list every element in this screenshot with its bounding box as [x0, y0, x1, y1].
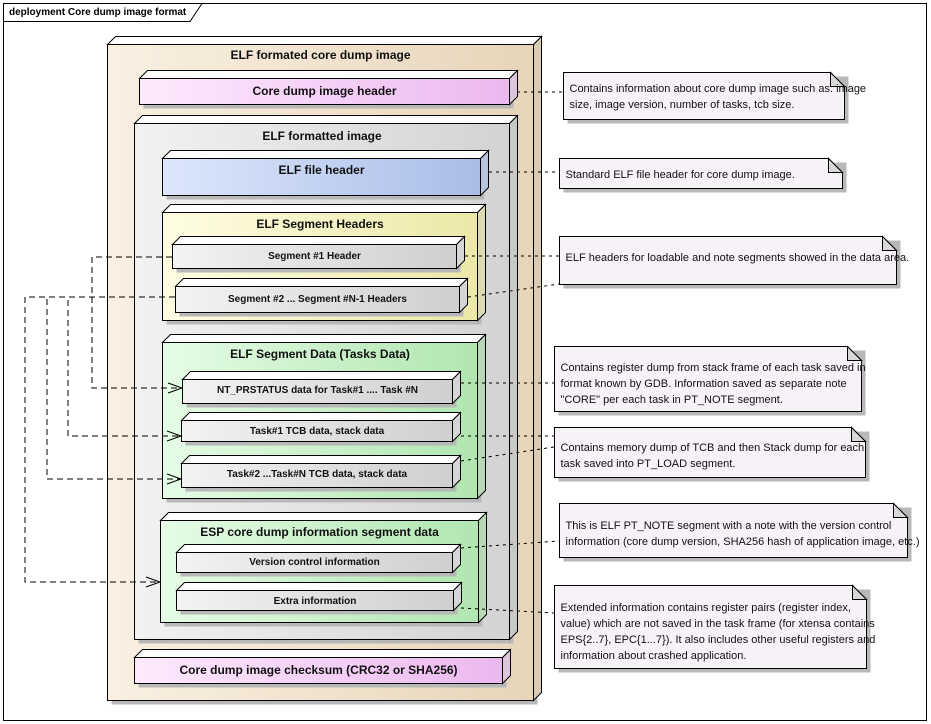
node-version-control[interactable]: Version control information: [175, 543, 462, 577]
node-core-dump-header-label: Core dump image header: [252, 84, 396, 98]
note-text-line: size, image version, number of tasks, tc…: [570, 99, 795, 111]
note-text-line: Standard ELF file header for core dump i…: [566, 169, 795, 181]
node-top-face: [175, 582, 463, 591]
note-extra: Extended information contains register p…: [554, 584, 876, 673]
node-top-face: [181, 371, 462, 380]
node-nt-prstatus[interactable]: NT_PRSTATUS data for Task#1 .... Task #N: [181, 370, 462, 408]
frame-label: deployment Core dump image format: [9, 7, 187, 18]
node-top-face: [161, 204, 487, 213]
note-text-line: information (core dump version, SHA256 h…: [566, 536, 920, 548]
node-task2-tcb-label: Task#2 ...Task#N TCB data, stack data: [227, 469, 408, 480]
node-top-face: [180, 412, 462, 421]
node-segment2-headers[interactable]: Segment #2 ... Segment #N-1 Headers: [174, 277, 469, 317]
node-side-face: [480, 149, 489, 197]
node-elf-formatted-image-label: ELF formatted image: [262, 129, 382, 143]
node-top-face: [174, 278, 469, 287]
note-body: [563, 72, 845, 120]
note-text-line: format known by GDB. Information saved a…: [561, 378, 847, 390]
node-side-face: [477, 203, 486, 322]
note-tcb: Contains memory dump of TCB and then Sta…: [554, 426, 870, 482]
node-top-face: [180, 455, 462, 464]
node-top-face: [133, 649, 512, 658]
node-nt-prstatus-label: NT_PRSTATUS data for Task#1 .... Task #N: [217, 385, 418, 396]
node-extra-info-label: Extra information: [274, 596, 357, 607]
note-nt-prstatus: Contains register dump from stack frame …: [554, 345, 866, 416]
node-side-face: [533, 35, 542, 702]
note-text-line: This is ELF PT_NOTE segment with a note …: [566, 520, 892, 532]
note-text-line: Extended information contains register p…: [561, 602, 851, 614]
node-checksum-label: Core dump image checksum (CRC32 or SHA25…: [179, 663, 457, 677]
note-header: Contains information about core dump ima…: [563, 71, 867, 124]
node-task2-tcb[interactable]: Task#2 ...Task#N TCB data, stack data: [180, 454, 462, 492]
note-elf-header: Standard ELF file header for core dump i…: [559, 157, 847, 193]
note-text-line: Contains register dump from stack frame …: [561, 362, 866, 374]
node-segment1-header-label: Segment #1 Header: [268, 251, 361, 262]
node-core-dump-header[interactable]: Core dump image header: [138, 69, 519, 109]
node-elf-file-header[interactable]: ELF file header: [161, 149, 490, 200]
node-esp-info-segment-label: ESP core dump information segment data: [200, 525, 439, 539]
node-top-face: [133, 115, 519, 124]
note-text-line: information about crashed application.: [561, 650, 747, 662]
node-side-face: [478, 511, 487, 624]
node-top-face: [171, 236, 466, 245]
node-side-face: [477, 333, 486, 500]
node-task1-tcb-label: Task#1 TCB data, stack data: [250, 426, 385, 437]
node-elf-segment-data-label: ELF Segment Data (Tasks Data): [230, 347, 410, 361]
node-side-face: [509, 114, 518, 641]
node-top-face: [159, 512, 488, 521]
node-checksum[interactable]: Core dump image checksum (CRC32 or SHA25…: [133, 648, 512, 688]
node-version-control-label: Version control information: [249, 557, 380, 568]
note-segment-headers: ELF headers for loadable and note segmen…: [559, 235, 910, 289]
node-elf-segment-headers-label: ELF Segment Headers: [256, 217, 384, 231]
node-elf-file-header-label: ELF file header: [278, 163, 364, 177]
node-top-face: [106, 36, 543, 45]
node-segment2-headers-label: Segment #2 ... Segment #N-1 Headers: [228, 294, 407, 305]
note-version: This is ELF PT_NOTE segment with a note …: [559, 502, 920, 562]
node-elf-core-dump-image-label: ELF formated core dump image: [230, 48, 410, 62]
node-top-face: [161, 334, 487, 343]
note-text-line: "CORE" per each task in PT_NOTE segment.: [561, 394, 783, 406]
note-text-line: Contains information about core dump ima…: [570, 83, 867, 95]
note-text-line: ELF headers for loadable and note segmen…: [566, 252, 910, 264]
note-text-line: task saved into PT_LOAD segment.: [561, 458, 736, 470]
node-segment1-header[interactable]: Segment #1 Header: [171, 235, 466, 273]
node-task1-tcb[interactable]: Task#1 TCB data, stack data: [180, 411, 462, 446]
node-extra-info[interactable]: Extra information: [175, 581, 463, 615]
node-top-face: [161, 150, 490, 159]
note-text-line: value) which are not saved in the task f…: [561, 618, 876, 630]
note-text-line: Contains memory dump of TCB and then Sta…: [561, 442, 865, 454]
node-top-face: [175, 544, 462, 553]
deployment-diagram: deployment Core dump image format ELF fo…: [3, 3, 927, 721]
node-top-face: [138, 70, 519, 79]
note-text-line: EPS{2..7}, EPC{1...7}). It also includes…: [561, 634, 876, 646]
